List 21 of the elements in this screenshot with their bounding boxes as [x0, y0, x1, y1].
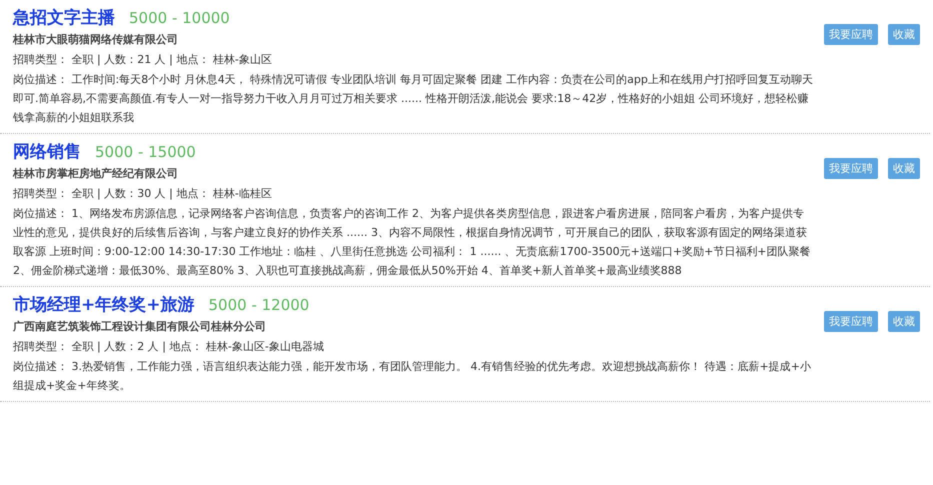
salary-range: 5000 - 15000: [95, 143, 196, 161]
company-name: 桂林市房掌柜房地产经纪有限公司: [13, 166, 179, 182]
job-description: 岗位描述： 1、网络发布房源信息，记录网络客户咨询信息，负责客户的咨询工作 2、为客户提供各类房型信息，跟进客户看房进展，陪同客户看房，为客户提供专业性的意见，提供良好的后续售后咨询，与客户建立良好的协作关系 ...... 3、内容不局限性，根据自身情况调节，可开展自己的团队，获取客源有固定的网络渠道获取客源 上班时间：9:00-12:00 14:30-17:30 工作地址：临桂 、八里街任意挑选 公司福利： 1 ...... 、无责底薪1700-3500元+送端口+奖励+节日福利+团队聚餐 2、佣金阶梯式递增：最低30%、最高至80% 3、入职也可直接挑战高薪，佣金最低从50%开始 4、首单奖+新人首单奖+最高业绩奖888: [13, 206, 812, 279]
job-info: 招聘类型： 全职 | 人数：2 人 | 地点： 桂林-象山区-象山电器城: [13, 339, 325, 355]
save-button[interactable]: 收藏: [888, 24, 920, 45]
job-title[interactable]: 市场经理+年终奖+旅游: [13, 293, 194, 316]
job-title[interactable]: 急招文字主播: [13, 6, 115, 29]
company-name: 广西南庭艺筑装饰工程设计集团有限公司桂林分公司: [13, 319, 267, 335]
salary-range: 5000 - 10000: [129, 9, 230, 27]
job-description: 岗位描述： 工作时间:每天8个小时 月休息4天， 特殊情况可请假 专业团队培训 每月可固定聚餐 团建 工作内容：负责在公司的app上和在线用户打招呼回复互动聊天即可.简单容易,不需要高颜值.有专人一对一指导努力干收入月月可过万相关要求 ...... 性格开朗活泼,能说会 要求:18～42岁，性格好的小姐姐 公司环境好，想轻松赚钱拿高薪的小姐姐联系我: [13, 72, 814, 126]
save-button[interactable]: 收藏: [888, 158, 920, 179]
apply-button[interactable]: 我要应聘: [824, 311, 878, 332]
save-button[interactable]: 收藏: [888, 311, 920, 332]
job-description: 岗位描述： 3.热爱销售，工作能力强，语言组织表达能力强，能开发市场，有团队管理能力。 4.有销售经验的优先考虑。欢迎想挑战高薪你！ 待遇：底薪+提成+小组提成+奖金+年终奖。: [13, 359, 812, 394]
job-info: 招聘类型： 全职 | 人数：30 人 | 地点： 桂林-临桂区: [13, 186, 273, 202]
apply-button[interactable]: 我要应聘: [824, 158, 878, 179]
job-info: 招聘类型： 全职 | 人数：21 人 | 地点： 桂林-象山区: [13, 52, 273, 68]
company-name: 桂林市大眼萌猫网络传媒有限公司: [13, 32, 179, 48]
salary-range: 5000 - 12000: [208, 296, 310, 314]
job-title[interactable]: 网络销售: [13, 140, 81, 163]
apply-button[interactable]: 我要应聘: [824, 24, 878, 45]
